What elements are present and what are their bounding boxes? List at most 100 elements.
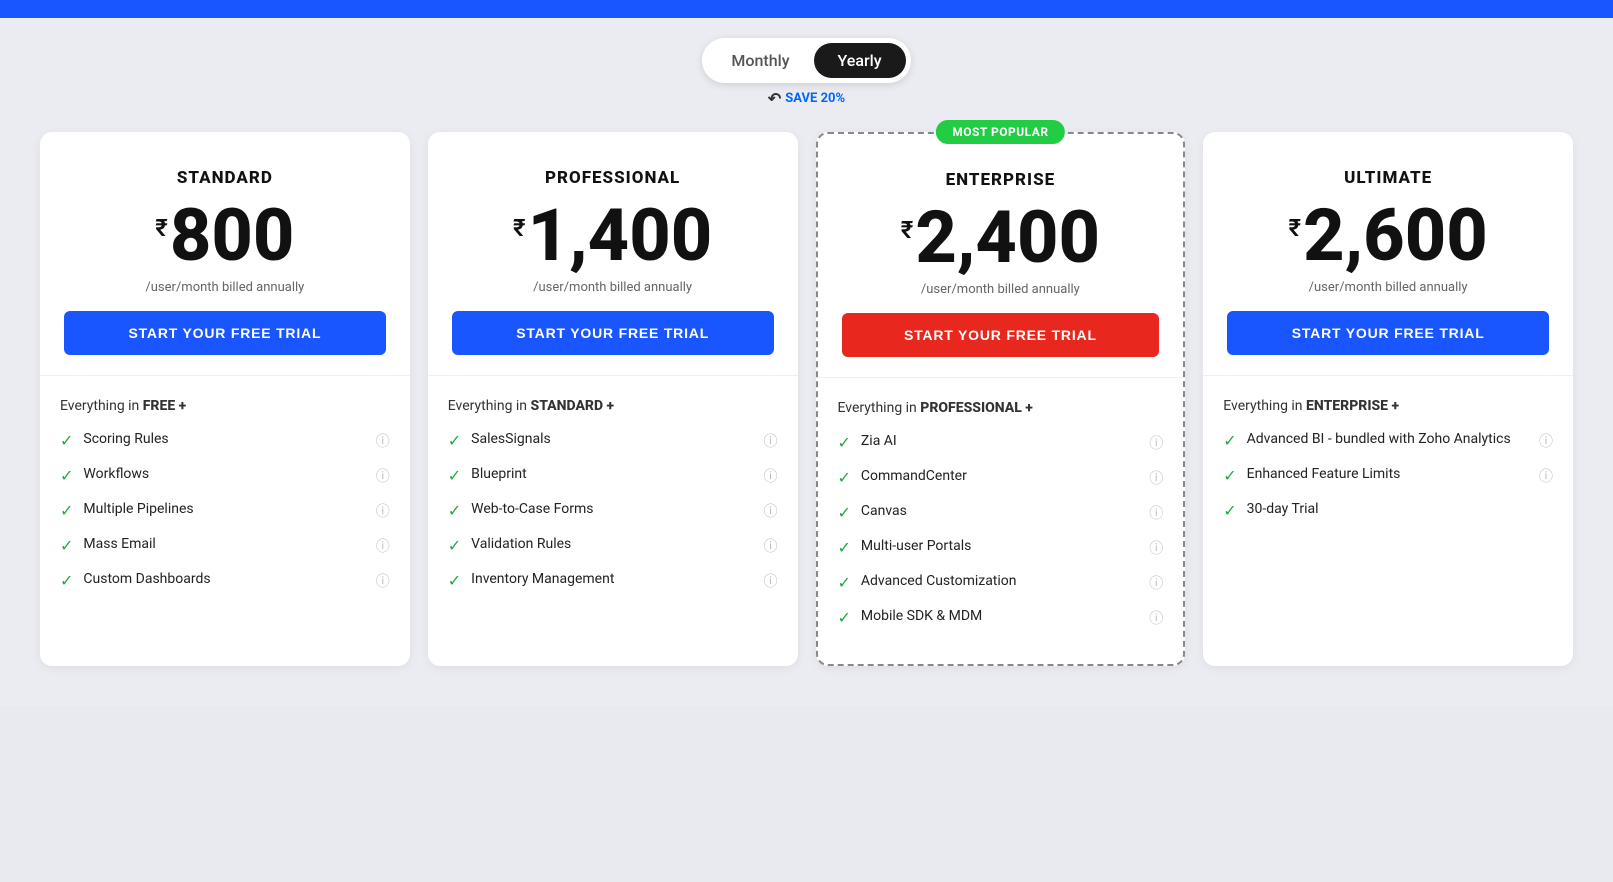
check-icon: ✓ (60, 536, 73, 555)
save-label: ↶ SAVE 20% (768, 89, 845, 108)
plan-top-professional: PROFESSIONAL ₹ 1,400 /user/month billed … (428, 132, 798, 376)
check-icon: ✓ (60, 431, 73, 450)
feature-text: Validation Rules (471, 535, 763, 553)
feature-text: Workflows (83, 465, 375, 483)
feature-item: ✓ Zia AI ⓘ (838, 432, 1164, 453)
plan-top-standard: STANDARD ₹ 800 /user/month billed annual… (40, 132, 410, 376)
currency-symbol-professional: ₹ (513, 214, 526, 242)
plan-price-professional: 1,400 (528, 200, 713, 272)
feature-text: Zia AI (861, 432, 1149, 450)
feature-item: ✓ Custom Dashboards ⓘ (60, 570, 390, 591)
currency-symbol-enterprise: ₹ (901, 216, 914, 244)
feature-item: ✓ Multi-user Portals ⓘ (838, 537, 1164, 558)
feature-item: ✓ SalesSignals ⓘ (448, 430, 778, 451)
check-icon: ✓ (60, 466, 73, 485)
cta-button-enterprise[interactable]: START YOUR FREE TRIAL (842, 313, 1160, 357)
most-popular-badge: MOST POPULAR (936, 120, 1064, 144)
check-icon: ✓ (838, 573, 851, 592)
info-icon[interactable]: ⓘ (1149, 573, 1163, 593)
plan-top-enterprise: ENTERPRISE ₹ 2,400 /user/month billed an… (818, 134, 1184, 378)
info-icon[interactable]: ⓘ (1149, 433, 1163, 453)
feature-text: Inventory Management (471, 570, 763, 588)
info-icon[interactable]: ⓘ (1149, 503, 1163, 523)
check-icon: ✓ (838, 608, 851, 627)
info-icon[interactable]: ⓘ (1149, 538, 1163, 558)
plan-name-enterprise: ENTERPRISE (842, 170, 1160, 190)
info-icon[interactable]: ⓘ (376, 466, 390, 486)
plan-price-row-professional: ₹ 1,400 (452, 200, 774, 272)
feature-item: ✓ Mobile SDK & MDM ⓘ (838, 607, 1164, 628)
check-icon: ✓ (838, 468, 851, 487)
info-icon[interactable]: ⓘ (1539, 431, 1553, 451)
info-icon[interactable]: ⓘ (764, 431, 778, 451)
check-icon: ✓ (838, 433, 851, 452)
feature-text: Custom Dashboards (83, 570, 375, 588)
feature-text: Scoring Rules (83, 430, 375, 448)
check-icon: ✓ (448, 501, 461, 520)
cta-button-professional[interactable]: START YOUR FREE TRIAL (452, 311, 774, 355)
plan-price-row-enterprise: ₹ 2,400 (842, 202, 1160, 274)
info-icon[interactable]: ⓘ (764, 501, 778, 521)
billing-toggle-section: Monthly Yearly ↶ SAVE 20% (40, 38, 1573, 108)
plan-name-ultimate: ULTIMATE (1227, 168, 1549, 188)
plan-features-professional: Everything in STANDARD + ✓ SalesSignals … (428, 376, 798, 627)
cta-button-ultimate[interactable]: START YOUR FREE TRIAL (1227, 311, 1549, 355)
info-icon[interactable]: ⓘ (376, 431, 390, 451)
plan-name-standard: STANDARD (64, 168, 386, 188)
check-icon: ✓ (1223, 501, 1236, 520)
plan-billing-professional: /user/month billed annually (452, 280, 774, 295)
feature-text: SalesSignals (471, 430, 763, 448)
feature-text: CommandCenter (861, 467, 1149, 485)
billing-toggle-pill[interactable]: Monthly Yearly (702, 38, 910, 83)
plan-price-ultimate: 2,600 (1303, 200, 1488, 272)
feature-text: Mobile SDK & MDM (861, 607, 1149, 625)
features-header-professional: Everything in STANDARD + (448, 398, 778, 414)
check-icon: ✓ (838, 538, 851, 557)
info-icon[interactable]: ⓘ (1149, 608, 1163, 628)
check-icon: ✓ (448, 571, 461, 590)
info-icon[interactable]: ⓘ (764, 571, 778, 591)
feature-text: Web-to-Case Forms (471, 500, 763, 518)
feature-item: ✓ Workflows ⓘ (60, 465, 390, 486)
cta-button-standard[interactable]: START YOUR FREE TRIAL (64, 311, 386, 355)
features-header-standard: Everything in FREE + (60, 398, 390, 414)
feature-text: Canvas (861, 502, 1149, 520)
top-bar (0, 0, 1613, 18)
feature-item: ✓ Multiple Pipelines ⓘ (60, 500, 390, 521)
feature-item: ✓ Web-to-Case Forms ⓘ (448, 500, 778, 521)
feature-item: ✓ Mass Email ⓘ (60, 535, 390, 556)
check-icon: ✓ (60, 501, 73, 520)
info-icon[interactable]: ⓘ (1539, 466, 1553, 486)
info-icon[interactable]: ⓘ (764, 466, 778, 486)
check-icon: ✓ (1223, 431, 1236, 450)
plan-price-row-standard: ₹ 800 (64, 200, 386, 272)
feature-text: Mass Email (83, 535, 375, 553)
page-content: Monthly Yearly ↶ SAVE 20% STANDARD ₹ 800… (0, 18, 1613, 706)
feature-item: ✓ Canvas ⓘ (838, 502, 1164, 523)
plan-card-standard: STANDARD ₹ 800 /user/month billed annual… (40, 132, 410, 666)
feature-text: Advanced Customization (861, 572, 1149, 590)
info-icon[interactable]: ⓘ (376, 571, 390, 591)
feature-text: Enhanced Feature Limits (1247, 465, 1539, 483)
check-icon: ✓ (60, 571, 73, 590)
plan-name-professional: PROFESSIONAL (452, 168, 774, 188)
plan-price-enterprise: 2,400 (915, 202, 1100, 274)
plan-card-professional: PROFESSIONAL ₹ 1,400 /user/month billed … (428, 132, 798, 666)
plan-billing-ultimate: /user/month billed annually (1227, 280, 1549, 295)
feature-text: Blueprint (471, 465, 763, 483)
plan-features-standard: Everything in FREE + ✓ Scoring Rules ⓘ ✓… (40, 376, 410, 627)
feature-text: Multiple Pipelines (83, 500, 375, 518)
save-text: SAVE 20% (785, 91, 845, 106)
plan-top-ultimate: ULTIMATE ₹ 2,600 /user/month billed annu… (1203, 132, 1573, 376)
info-icon[interactable]: ⓘ (764, 536, 778, 556)
info-icon[interactable]: ⓘ (376, 536, 390, 556)
yearly-toggle[interactable]: Yearly (814, 43, 906, 78)
monthly-toggle[interactable]: Monthly (707, 43, 813, 78)
info-icon[interactable]: ⓘ (1149, 468, 1163, 488)
check-icon: ✓ (448, 536, 461, 555)
plans-grid: STANDARD ₹ 800 /user/month billed annual… (40, 132, 1573, 666)
feature-item: ✓ Scoring Rules ⓘ (60, 430, 390, 451)
currency-symbol-ultimate: ₹ (1289, 214, 1302, 242)
info-icon[interactable]: ⓘ (376, 501, 390, 521)
feature-item: ✓ CommandCenter ⓘ (838, 467, 1164, 488)
